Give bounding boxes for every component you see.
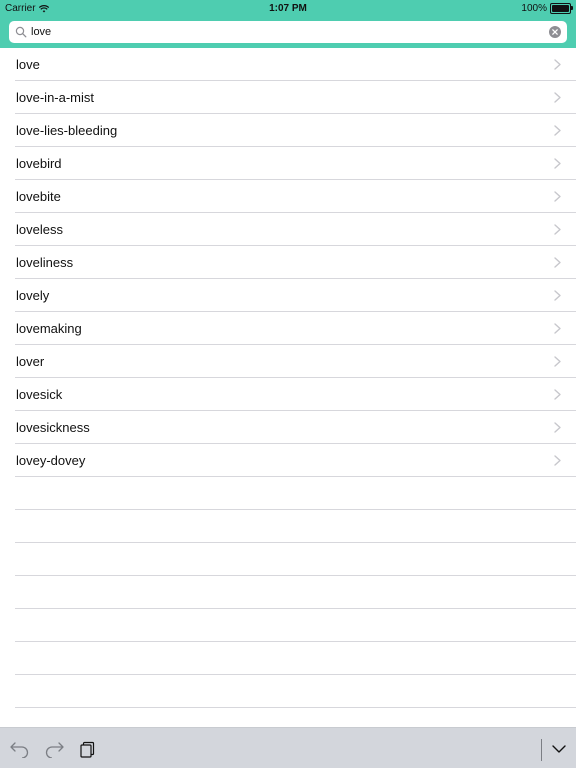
result-row[interactable]: lovely xyxy=(15,279,576,312)
result-label: lovebird xyxy=(16,156,62,171)
chevron-right-icon xyxy=(554,125,561,136)
results-list: love love-in-a-mist love-lies-bleeding love… xyxy=(0,48,576,708)
result-label: lover xyxy=(16,354,45,369)
result-label: lovesickness xyxy=(16,420,90,435)
clear-search-icon[interactable] xyxy=(549,26,561,38)
result-row[interactable]: loveless xyxy=(15,213,576,246)
status-bar: Carrier 1:07 PM 100% xyxy=(0,0,576,16)
result-label: lovey-dovey xyxy=(16,453,86,468)
chevron-down-icon[interactable] xyxy=(548,740,570,758)
chevron-right-icon xyxy=(554,290,561,301)
chevron-right-icon xyxy=(554,455,561,466)
empty-row xyxy=(15,609,576,642)
result-label: lovebite xyxy=(16,189,61,204)
result-label: love xyxy=(16,57,40,72)
result-label: lovely xyxy=(16,288,50,303)
empty-row xyxy=(15,477,576,510)
result-label: loveless xyxy=(16,222,63,237)
undo-icon[interactable] xyxy=(9,740,31,758)
empty-row xyxy=(15,675,576,708)
result-row[interactable]: loveliness xyxy=(15,246,576,279)
chevron-right-icon xyxy=(554,389,561,400)
chevron-right-icon xyxy=(554,356,561,367)
result-label: loveliness xyxy=(16,255,74,270)
empty-row xyxy=(15,642,576,675)
empty-row xyxy=(15,510,576,543)
battery-icon xyxy=(550,3,573,14)
chevron-right-icon xyxy=(554,422,561,433)
header-bar: Carrier 1:07 PM 100% xyxy=(0,0,576,48)
empty-row xyxy=(15,576,576,609)
result-row[interactable]: love xyxy=(15,48,576,81)
toolbar-divider xyxy=(541,739,542,761)
search-icon xyxy=(15,26,27,38)
result-row[interactable]: lovemaking xyxy=(15,312,576,345)
chevron-right-icon xyxy=(554,191,561,202)
result-label: lovesick xyxy=(16,387,63,402)
chevron-right-icon xyxy=(554,323,561,334)
result-row[interactable]: lovebite xyxy=(15,180,576,213)
app-window: Carrier 1:07 PM 100% love love love-in-a… xyxy=(0,0,576,768)
chevron-right-icon xyxy=(554,224,561,235)
empty-row xyxy=(15,543,576,576)
result-row[interactable]: love-lies-bleeding xyxy=(15,114,576,147)
result-row[interactable]: lovesick xyxy=(15,378,576,411)
battery-percent: 100% xyxy=(521,3,547,14)
result-label: love-lies-bleeding xyxy=(16,123,118,138)
result-row[interactable]: lovesickness xyxy=(15,411,576,444)
status-battery: 100% xyxy=(521,3,573,14)
result-label: lovemaking xyxy=(16,321,82,336)
chevron-right-icon xyxy=(554,92,561,103)
chevron-right-icon xyxy=(554,257,561,268)
result-row[interactable]: love-in-a-mist xyxy=(15,81,576,114)
result-row[interactable]: lovebird xyxy=(15,147,576,180)
chevron-right-icon xyxy=(554,59,561,70)
paste-icon[interactable] xyxy=(78,740,100,758)
result-row[interactable]: lover xyxy=(15,345,576,378)
status-time: 1:07 PM xyxy=(269,3,307,14)
result-label: love-in-a-mist xyxy=(16,90,95,105)
search-bar xyxy=(9,21,567,43)
keyboard-toolbar xyxy=(0,727,576,768)
search-input[interactable] xyxy=(31,21,541,43)
redo-icon[interactable] xyxy=(43,740,65,758)
result-row[interactable]: lovey-dovey xyxy=(15,444,576,477)
chevron-right-icon xyxy=(554,158,561,169)
